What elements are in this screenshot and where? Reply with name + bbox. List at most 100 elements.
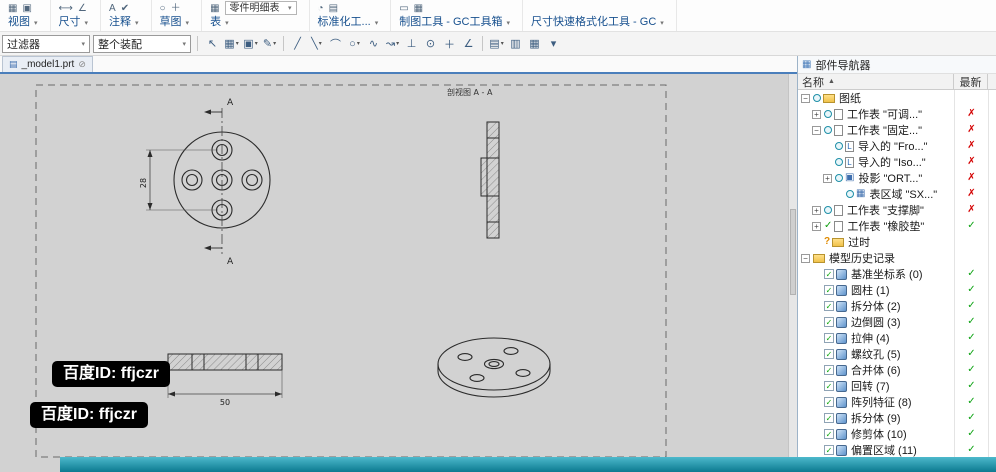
tree-row[interactable]: ✓ 圆柱 (1) ✓ — [798, 282, 996, 298]
ribbon-tab-5[interactable]: 表 ▾ — [210, 15, 296, 29]
ribbon-tab-8[interactable]: 尺寸快速格式化工具 - GC ▾ — [531, 15, 664, 29]
tree-row[interactable]: ✓ 边倒圆 (3) ✓ — [798, 314, 996, 330]
tree-row[interactable]: + 工作表 "可调..." ✗ — [798, 106, 996, 122]
document-tab[interactable]: ▤ _model1.prt ⊘ — [2, 56, 93, 72]
plus-tool[interactable]: ＋ — [441, 35, 458, 53]
circle-tool[interactable]: ○ ▾ — [346, 35, 363, 53]
checkbox-icon[interactable]: ✓ — [824, 381, 834, 391]
ribbon-tool-icon[interactable]: ◔ — [318, 2, 324, 15]
spline-tool[interactable]: ∿ — [365, 35, 382, 53]
tree-row[interactable]: − 工作表 "固定..." ✗ — [798, 122, 996, 138]
select-cursor[interactable]: ↖ — [204, 35, 221, 53]
tree-row[interactable]: − 图纸 — [798, 90, 996, 106]
tree-row[interactable]: L 导入的 "Fro..." ✗ — [798, 138, 996, 154]
scrollbar-thumb[interactable] — [790, 209, 796, 296]
tree-row[interactable]: L 导入的 "Iso..." ✗ — [798, 154, 996, 170]
side-view[interactable]: 50 — [167, 353, 283, 407]
ribbon-tool-icon[interactable]: ✔ — [121, 2, 129, 15]
ribbon-tool-icon[interactable]: ∠ — [78, 2, 87, 15]
perpendicular-tool[interactable]: ⊥ — [403, 35, 420, 53]
isometric-view[interactable] — [437, 337, 551, 398]
more-options[interactable]: ▾ — [545, 35, 562, 53]
import-icon: L — [845, 156, 854, 168]
ribbon-tool-icon[interactable]: ▭ — [399, 2, 408, 15]
expand-toggle[interactable]: + — [812, 109, 821, 119]
expand-toggle[interactable]: + — [812, 221, 821, 231]
checkbox-icon[interactable]: ✓ — [824, 269, 834, 279]
column-header-latest[interactable]: 最新 — [954, 74, 988, 89]
tree-row[interactable]: ✓ 回转 (7) ✓ — [798, 378, 996, 394]
checkbox-icon[interactable]: ✓ — [824, 333, 834, 343]
ribbon-tool-icon[interactable]: ▦ — [210, 2, 219, 15]
ribbon-tool-icon[interactable]: A — [109, 2, 116, 15]
checkbox-icon[interactable]: ✓ — [824, 429, 834, 439]
arc-tool[interactable]: ⌒ — [327, 35, 344, 53]
sheet-icon — [834, 124, 843, 136]
dimension-28[interactable]: 28 — [139, 178, 148, 188]
ribbon-tool-icon[interactable]: ▦ — [414, 2, 423, 15]
edit-sketch[interactable]: ✎ ▾ — [261, 35, 278, 53]
angle-tool[interactable]: ∠ — [460, 35, 477, 53]
column-header-name[interactable]: 名称 ▲ — [798, 74, 954, 89]
expand-toggle[interactable]: + — [812, 205, 821, 215]
tree-row[interactable]: + ▣ 投影 "ORT..." ✗ — [798, 170, 996, 186]
ribbon-tab-4[interactable]: 草图 ▾ — [160, 15, 190, 29]
tree-row[interactable]: ✓ 拆分体 (2) ✓ — [798, 298, 996, 314]
tree-row[interactable]: ✓ 拆分体 (9) ✓ — [798, 410, 996, 426]
filter-dropdown[interactable]: 过滤器 ▾ — [2, 34, 90, 53]
ribbon-tab-2[interactable]: 尺寸 ▾ — [59, 15, 89, 29]
line-tool[interactable]: ╱ — [289, 35, 306, 53]
assembly-scope-dropdown[interactable]: 整个装配 ▾ — [93, 34, 191, 53]
tree-row[interactable]: + ✓ 工作表 "橡胶垫" ✓ — [798, 218, 996, 234]
expand-toggle[interactable]: − — [801, 253, 810, 263]
expand-toggle[interactable]: + — [823, 173, 832, 183]
canvas-scrollbar[interactable] — [788, 74, 797, 472]
ribbon-tool-icon[interactable]: ⟷ — [59, 2, 73, 15]
checkbox-icon[interactable]: ✓ — [824, 365, 834, 375]
studio-spline-tool[interactable]: ↝ ▾ — [384, 35, 401, 53]
section-view[interactable]: 剖视图 A - A — [447, 87, 500, 239]
tree-row[interactable]: ✓ 偏置区域 (11) ✓ — [798, 442, 996, 458]
snap-grid[interactable]: ▦ ▾ — [223, 35, 240, 53]
expand-toggle[interactable]: − — [812, 125, 821, 135]
chevron-down-icon: ▾ — [135, 20, 139, 27]
tree-row[interactable]: − 模型历史记录 — [798, 250, 996, 266]
front-view[interactable]: A A 28 — [139, 98, 271, 267]
checkbox-icon[interactable]: ✓ — [824, 349, 834, 359]
ribbon-tool-icon[interactable]: ▣ — [22, 2, 31, 15]
profile-tool[interactable]: ╲ ▾ — [308, 35, 325, 53]
ribbon-tab-3[interactable]: 注释 ▾ — [109, 15, 139, 29]
tree-row[interactable]: ✓ 修剪体 (10) ✓ — [798, 426, 996, 442]
ribbon-tool-icon[interactable]: ▦ — [8, 2, 17, 15]
grid-display[interactable]: ▦ — [526, 35, 543, 53]
point-tool[interactable]: ⊙ — [422, 35, 439, 53]
checkbox-icon[interactable]: ✓ — [824, 413, 834, 423]
tree-row[interactable]: ✓ 拉伸 (4) ✓ — [798, 330, 996, 346]
checkbox-icon[interactable]: ✓ — [824, 285, 834, 295]
tree-row-label: 工作表 "固定..." — [847, 125, 923, 137]
ribbon-tool-icon[interactable]: ▤ — [329, 2, 338, 15]
display-style[interactable]: ▣ ▾ — [242, 35, 259, 53]
tree-row[interactable]: ✓ 螺纹孔 (5) ✓ — [798, 346, 996, 362]
parts-list-combo[interactable]: 零件明细表 ▾ — [224, 1, 297, 15]
checkbox-icon[interactable]: ✓ — [824, 397, 834, 407]
tree-row[interactable]: ✓ 合并体 (6) ✓ — [798, 362, 996, 378]
ribbon-tool-icon[interactable]: ＋ — [171, 2, 181, 15]
checkbox-icon[interactable]: ✓ — [824, 317, 834, 327]
drawing-canvas[interactable]: A A 28 剖视图 A - A 50 百度ID: ffjczr 百度ID: f… — [0, 74, 797, 472]
checkbox-icon[interactable]: ✓ — [824, 445, 834, 455]
dimension-50[interactable]: 50 — [220, 398, 230, 407]
tree-row[interactable]: ✓ 阵列特征 (8) ✓ — [798, 394, 996, 410]
expand-toggle[interactable]: − — [801, 93, 810, 103]
ribbon-tab-7[interactable]: 制图工具 - GC工具箱 ▾ — [399, 15, 510, 29]
tree-row[interactable]: ▦ 表区域 "SX..." ✗ — [798, 186, 996, 202]
checkbox-icon[interactable]: ✓ — [824, 301, 834, 311]
tree-row[interactable]: ? 过时 — [798, 234, 996, 250]
sheet-layout[interactable]: ▤ ▾ — [488, 35, 505, 53]
tree-row[interactable]: + 工作表 "支撑脚" ✗ — [798, 202, 996, 218]
ribbon-tab-6[interactable]: 标准化工... ▾ — [318, 15, 379, 29]
view-window[interactable]: ▥ — [507, 35, 524, 53]
ribbon-tab-1[interactable]: 视图 ▾ — [8, 15, 38, 29]
ribbon-tool-icon[interactable]: ○ — [160, 2, 166, 15]
tree-row[interactable]: ✓ 基准坐标系 (0) ✓ — [798, 266, 996, 282]
